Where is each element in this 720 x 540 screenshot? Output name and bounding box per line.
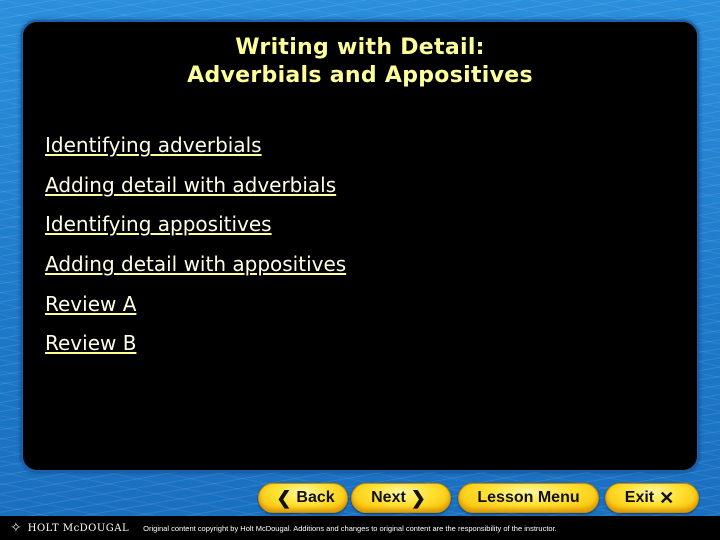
close-icon: ✕ — [659, 487, 675, 508]
next-button[interactable]: Next ❯ — [351, 483, 451, 513]
nav-bar: ❮ Back Next ❯ Lesson Menu Exit ✕ — [0, 483, 720, 513]
exit-button[interactable]: Exit ✕ — [605, 483, 699, 513]
link-adding-detail-adverbials[interactable]: Adding detail with adverbials — [45, 173, 346, 197]
publisher-name: HOLT McDOUGAL — [27, 522, 130, 534]
link-identifying-appositives[interactable]: Identifying appositives — [45, 213, 346, 236]
publisher-logo: ✧ HOLT McDOUGAL — [10, 520, 129, 536]
title-line-1: Writing with Detail: — [235, 35, 485, 60]
link-adding-detail-appositives[interactable]: Adding detail with appositives — [45, 253, 346, 276]
exit-label: Exit — [624, 489, 655, 506]
next-label: Next — [371, 489, 406, 506]
chevron-right-icon: ❯ — [410, 487, 426, 508]
bird-logo-icon: ✧ — [10, 520, 22, 536]
lesson-menu-button[interactable]: Lesson Menu — [458, 483, 599, 513]
slide-title: Writing with Detail: Adverbials and Appo… — [23, 34, 697, 90]
link-review-a[interactable]: Review A — [45, 292, 346, 316]
content-panel: Writing with Detail: Adverbials and Appo… — [23, 22, 697, 470]
back-button[interactable]: ❮ Back — [258, 483, 348, 513]
chevron-left-icon: ❮ — [276, 487, 292, 508]
copyright-notice: Original content copyright by Holt McDou… — [143, 523, 557, 533]
back-label: Back — [296, 489, 335, 506]
title-line-2: Adverbials and Appositives — [187, 63, 533, 88]
footer-bar: ✧ HOLT McDOUGAL Original content copyrig… — [0, 516, 720, 540]
topic-links: Identifying adverbials Adding detail wit… — [45, 134, 346, 372]
lesson-menu-label: Lesson Menu — [477, 489, 580, 506]
link-identifying-adverbials[interactable]: Identifying adverbials — [45, 134, 346, 157]
link-review-b[interactable]: Review B — [45, 332, 346, 355]
